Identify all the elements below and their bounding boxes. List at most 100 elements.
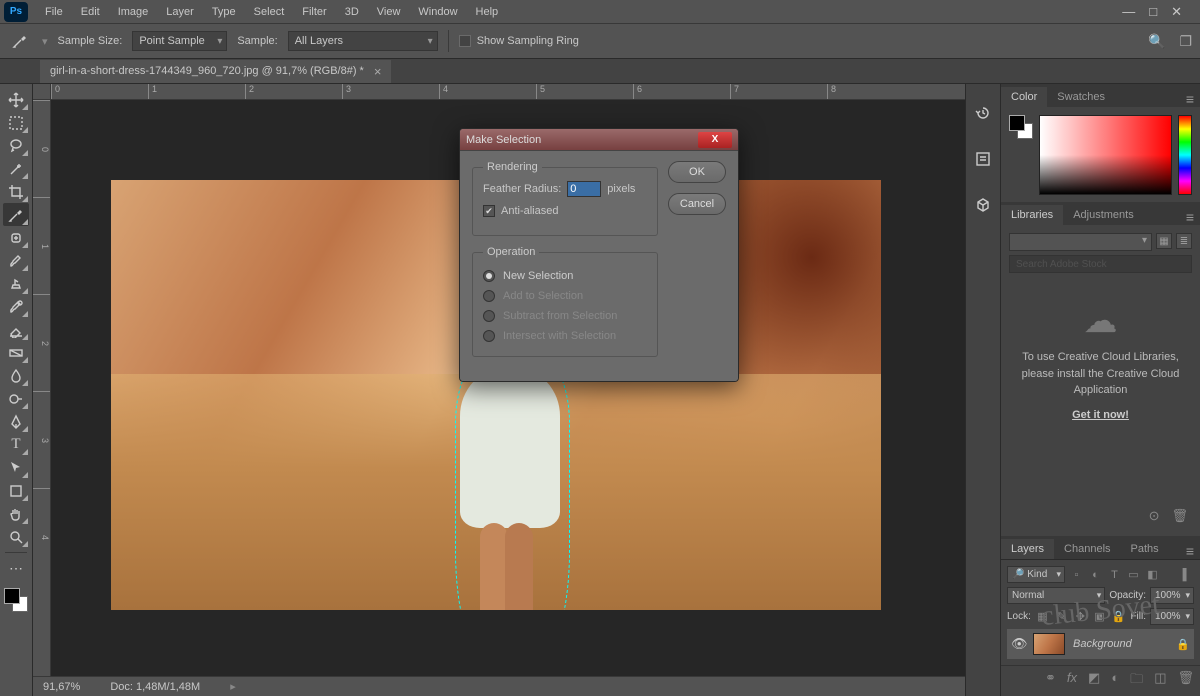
tab-adjustments[interactable]: Adjustments — [1063, 205, 1144, 225]
opacity-input[interactable]: 100% — [1150, 587, 1194, 604]
clone-stamp-tool[interactable] — [3, 272, 29, 295]
foreground-background-colors[interactable] — [3, 587, 29, 613]
tab-paths[interactable]: Paths — [1121, 539, 1169, 559]
lock-artboard-icon[interactable]: ▣ — [1092, 609, 1107, 624]
layer-lock-icon[interactable]: 🔒 — [1176, 638, 1190, 651]
lock-transparency-icon[interactable]: ▦ — [1035, 609, 1050, 624]
filter-shape-icon[interactable]: ▭ — [1126, 567, 1141, 582]
libraries-trash-icon[interactable]: 🗑 — [1171, 508, 1188, 524]
hue-slider[interactable] — [1178, 115, 1192, 195]
close-window-button[interactable]: ✕ — [1171, 4, 1182, 20]
layer-filter-kind[interactable]: 🔎 Kind — [1007, 566, 1065, 583]
tab-color[interactable]: Color — [1001, 87, 1047, 107]
menu-edit[interactable]: Edit — [72, 3, 109, 21]
color-fg-bg-swatches[interactable] — [1009, 115, 1033, 194]
layer-name[interactable]: Background — [1073, 638, 1132, 650]
lock-pixels-icon[interactable]: ✎ — [1054, 609, 1069, 624]
delete-layer-icon[interactable]: 🗑 — [1177, 670, 1194, 692]
layer-thumbnail[interactable] — [1033, 633, 1065, 655]
lasso-tool[interactable] — [3, 134, 29, 157]
filter-type-icon[interactable]: T — [1107, 567, 1122, 582]
sample-layers-select[interactable]: All Layers — [288, 31, 438, 51]
eyedropper-tool[interactable] — [3, 203, 29, 226]
layers-panel-menu-icon[interactable]: ≡ — [1180, 543, 1200, 559]
crop-tool[interactable] — [3, 180, 29, 203]
document-size[interactable]: Doc: 1,48M/1,48M — [110, 681, 200, 693]
libraries-panel-menu-icon[interactable]: ≡ — [1180, 209, 1200, 225]
menu-help[interactable]: Help — [467, 3, 508, 21]
dodge-tool[interactable] — [3, 387, 29, 410]
tab-layers[interactable]: Layers — [1001, 539, 1054, 559]
workspace-icon[interactable]: ❐ — [1179, 33, 1192, 50]
operation-new-radio[interactable] — [483, 270, 495, 282]
lock-all-icon[interactable]: 🔒 — [1111, 609, 1126, 624]
type-tool[interactable]: T — [3, 433, 29, 456]
filter-toggle-icon[interactable]: ▌ — [1179, 567, 1194, 582]
adjustment-layer-icon[interactable]: ◐ — [1111, 670, 1119, 692]
minimize-button[interactable]: — — [1122, 4, 1135, 20]
library-search-input[interactable]: Search Adobe Stock — [1009, 255, 1192, 273]
ruler-origin[interactable] — [33, 84, 51, 100]
layer-group-icon[interactable]: 🗀 — [1130, 670, 1143, 692]
menu-file[interactable]: File — [36, 3, 72, 21]
layer-fx-icon[interactable]: fx — [1067, 670, 1077, 692]
tab-channels[interactable]: Channels — [1054, 539, 1120, 559]
blur-tool[interactable] — [3, 364, 29, 387]
magic-wand-tool[interactable] — [3, 157, 29, 180]
grid-view-icon[interactable]: ▦ — [1156, 233, 1172, 249]
properties-panel-icon[interactable] — [972, 148, 994, 170]
gradient-tool[interactable] — [3, 341, 29, 364]
menu-image[interactable]: Image — [109, 3, 158, 21]
blend-mode-select[interactable]: Normal — [1007, 587, 1105, 604]
fill-input[interactable]: 100% — [1150, 608, 1194, 625]
document-tab[interactable]: girl-in-a-short-dress-1744349_960_720.jp… — [40, 60, 391, 83]
move-tool[interactable] — [3, 88, 29, 111]
close-tab-icon[interactable]: × — [374, 64, 382, 79]
antialiased-checkbox[interactable]: ✔ — [483, 205, 495, 217]
search-icon[interactable]: 🔍 — [1148, 33, 1165, 50]
library-select[interactable] — [1009, 233, 1152, 251]
eyedropper-preset-icon[interactable] — [8, 29, 32, 53]
ok-button[interactable]: OK — [668, 161, 726, 183]
link-layers-icon[interactable]: ⚭ — [1045, 670, 1056, 692]
color-panel-menu-icon[interactable]: ≡ — [1180, 91, 1200, 107]
brush-tool[interactable] — [3, 249, 29, 272]
cancel-button[interactable]: Cancel — [668, 193, 726, 215]
shape-tool[interactable] — [3, 479, 29, 502]
maximize-button[interactable]: □ — [1149, 4, 1157, 20]
layer-row-background[interactable]: 👁 Background 🔒 — [1007, 629, 1194, 659]
show-sampling-ring-checkbox[interactable]: Show Sampling Ring — [459, 35, 579, 47]
get-it-now-link[interactable]: Get it now! — [1009, 409, 1192, 421]
foreground-color-swatch[interactable] — [4, 588, 20, 604]
filter-smart-icon[interactable]: ◧ — [1145, 567, 1160, 582]
path-selection-tool[interactable] — [3, 456, 29, 479]
dialog-close-button[interactable]: X — [698, 132, 732, 148]
layer-visibility-icon[interactable]: 👁 — [1011, 636, 1025, 652]
menu-select[interactable]: Select — [245, 3, 294, 21]
spot-healing-tool[interactable] — [3, 226, 29, 249]
tab-swatches[interactable]: Swatches — [1047, 87, 1115, 107]
zoom-level[interactable]: 91,67% — [43, 681, 80, 693]
edit-toolbar-icon[interactable]: ⋯ — [3, 557, 29, 580]
sample-size-select[interactable]: Point Sample — [132, 31, 227, 51]
list-view-icon[interactable]: ≣ — [1176, 233, 1192, 249]
history-panel-icon[interactable] — [972, 102, 994, 124]
marquee-tool[interactable] — [3, 111, 29, 134]
lock-position-icon[interactable]: ✥ — [1073, 609, 1088, 624]
eraser-tool[interactable] — [3, 318, 29, 341]
history-brush-tool[interactable] — [3, 295, 29, 318]
menu-3d[interactable]: 3D — [336, 3, 368, 21]
filter-pixel-icon[interactable]: ▫ — [1069, 567, 1084, 582]
vertical-ruler[interactable]: 01234 — [33, 100, 51, 696]
feather-radius-input[interactable] — [567, 181, 601, 197]
new-layer-icon[interactable]: ◫ — [1154, 670, 1166, 692]
menu-filter[interactable]: Filter — [293, 3, 335, 21]
menu-layer[interactable]: Layer — [157, 3, 203, 21]
3d-panel-icon[interactable] — [972, 194, 994, 216]
dialog-titlebar[interactable]: Make Selection X — [460, 129, 738, 151]
color-field[interactable] — [1039, 115, 1172, 195]
filter-adjust-icon[interactable]: ◐ — [1088, 567, 1103, 582]
hand-tool[interactable] — [3, 502, 29, 525]
menu-view[interactable]: View — [368, 3, 410, 21]
zoom-tool[interactable] — [3, 525, 29, 548]
